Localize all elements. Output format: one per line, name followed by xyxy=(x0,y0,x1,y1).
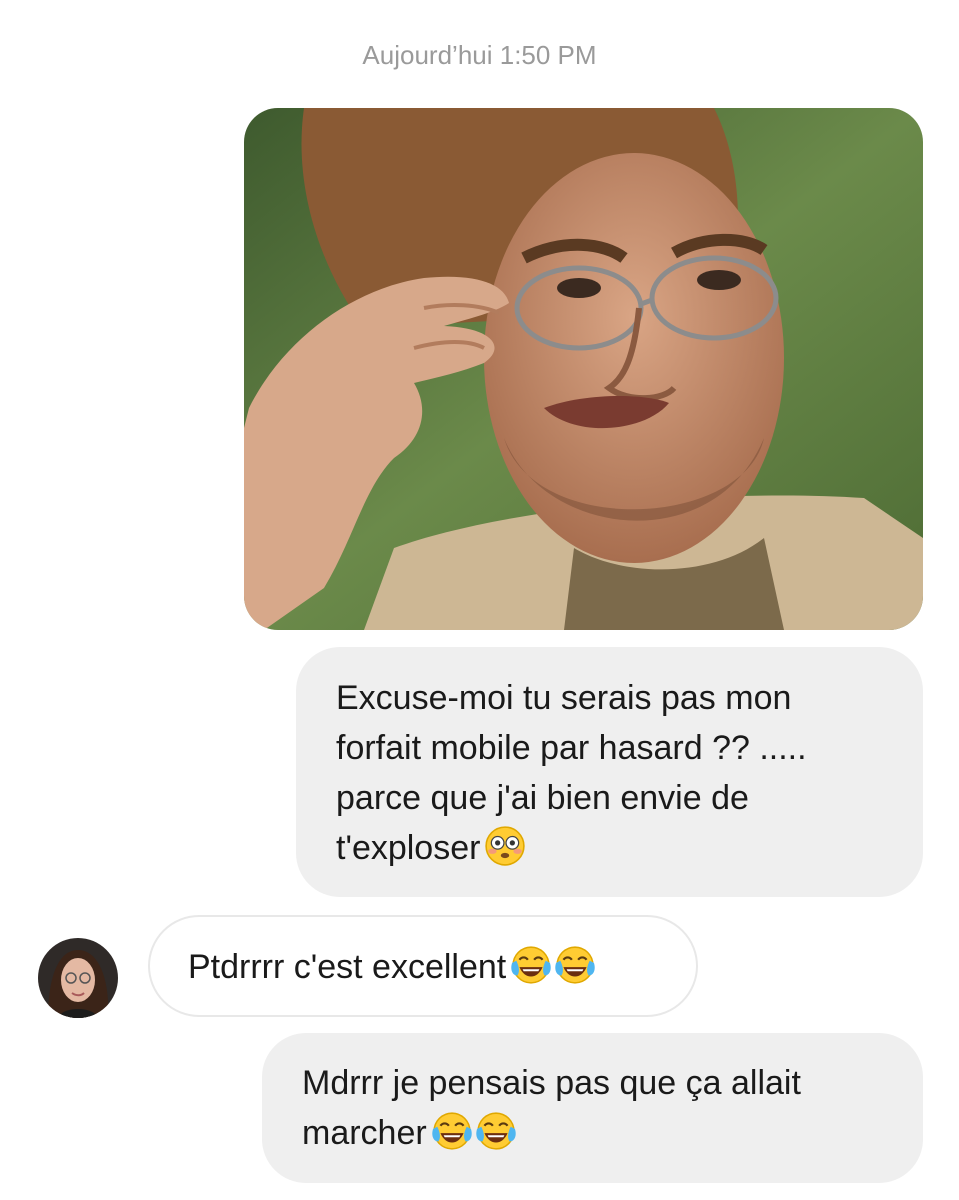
flushed-face-emoji-icon xyxy=(485,826,526,866)
message-line: Ptdrrrr c'est excellent xyxy=(188,942,658,992)
message-line: t'exploser xyxy=(336,823,883,873)
photo-man-adjusting-glasses-icon xyxy=(244,108,923,630)
tears-of-joy-emoji-icon xyxy=(431,1112,472,1150)
tears-of-joy-emoji-icon xyxy=(475,1112,516,1150)
outgoing-message[interactable]: Excuse-moi tu serais pas mon forfait mob… xyxy=(296,647,923,897)
tears-of-joy-emoji-icon xyxy=(555,946,595,984)
shared-photo[interactable] xyxy=(244,108,923,630)
contact-avatar-icon xyxy=(38,938,118,1018)
message-line-text: t'exploser xyxy=(336,829,481,867)
message-line-text: Ptdrrrr c'est excellent xyxy=(188,948,507,986)
message-line-text: marcher xyxy=(302,1114,427,1152)
incoming-message[interactable]: Ptdrrrr c'est excellent xyxy=(148,915,698,1017)
message-line: marcher xyxy=(302,1108,883,1158)
chat-timestamp: Aujourd’hui 1:50 PM xyxy=(362,40,597,70)
message-line: Mdrrr je pensais pas que ça allait xyxy=(302,1064,801,1102)
contact-avatar[interactable] xyxy=(38,938,118,1018)
message-line: forfait mobile par hasard ?? ..... xyxy=(336,729,807,767)
tears-of-joy-emoji-icon xyxy=(511,946,551,984)
outgoing-message[interactable]: Mdrrr je pensais pas que ça allait march… xyxy=(262,1033,923,1183)
message-line: parce que j'ai bien envie de xyxy=(336,779,749,817)
message-line: Excuse-moi tu serais pas mon xyxy=(336,679,792,717)
